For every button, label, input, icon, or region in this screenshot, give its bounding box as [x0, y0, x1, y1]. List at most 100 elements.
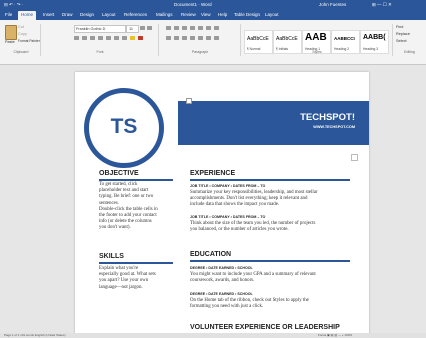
copy-button[interactable]: Copy	[18, 32, 27, 36]
paste-button[interactable]: Paste	[5, 40, 15, 44]
job-description[interactable]: Think about the size of the team you led…	[190, 221, 315, 233]
grow-font-icon[interactable]	[140, 26, 145, 30]
line-spacing-icon[interactable]	[198, 36, 203, 40]
user-name[interactable]: John Fuentes	[319, 2, 346, 7]
style-sample: AaBbCcE	[276, 36, 298, 42]
style-sample: AABBCCI	[334, 36, 355, 41]
align-center-icon[interactable]	[174, 36, 179, 40]
ribbon-tabs: File Home Insert Draw Design Layout Refe…	[0, 10, 426, 20]
paste-icon[interactable]	[5, 25, 17, 40]
justify-icon[interactable]	[190, 36, 195, 40]
superscript-icon[interactable]	[114, 36, 119, 40]
cut-button[interactable]: Cut	[18, 25, 24, 29]
job-description[interactable]: Summarize your key responsibilities, lea…	[190, 190, 318, 209]
text-line: formatting you need with just a click.	[190, 304, 264, 310]
initials-text[interactable]: TS	[89, 115, 159, 139]
numbering-icon[interactable]	[174, 26, 179, 30]
objective-rule	[99, 179, 173, 181]
select-button[interactable]: Select	[396, 39, 407, 43]
degree-description[interactable]: On the Home tab of the ribbon, check out…	[190, 298, 309, 310]
decrease-indent-icon[interactable]	[190, 26, 195, 30]
tab-layout[interactable]: Layout	[102, 12, 116, 17]
table-resize-handle-icon[interactable]	[351, 154, 358, 161]
tab-insert[interactable]: Insert	[43, 12, 54, 17]
text-effects-icon[interactable]	[122, 36, 127, 40]
tab-file[interactable]: File	[5, 12, 12, 17]
text-line: include data that shows the impact you m…	[190, 202, 280, 208]
tab-design[interactable]: Design	[80, 12, 94, 17]
replace-button[interactable]: Replace	[396, 32, 410, 36]
align-right-icon[interactable]	[182, 36, 187, 40]
objective-heading[interactable]: OBJECTIVE	[99, 170, 139, 177]
degree-title[interactable]: DEGREE • DATE EARNED • SCHOOL	[190, 292, 253, 296]
clipboard-group-label: Clipboard	[13, 50, 29, 54]
table-move-handle-icon[interactable]	[186, 98, 192, 104]
tab-help[interactable]: Help	[218, 12, 227, 17]
tab-mailings[interactable]: Mailings	[156, 12, 173, 17]
tab-view[interactable]: View	[201, 12, 211, 17]
align-left-icon[interactable]	[166, 36, 171, 40]
objective-text[interactable]: To get started, click placeholder text a…	[99, 182, 158, 232]
tab-review[interactable]: Review	[181, 12, 196, 17]
font-group: Franklin Gothic D 11 Font	[42, 24, 159, 56]
document-title: Document1 · Word	[174, 2, 212, 7]
bullets-icon[interactable]	[166, 26, 171, 30]
sort-icon[interactable]	[206, 26, 211, 30]
highlight-color-icon[interactable]	[130, 36, 135, 40]
header-band: TECHSPOT! WWW.TECHSPOT.COM	[178, 101, 369, 145]
text-line: you don't want).	[99, 225, 131, 231]
shrink-font-icon[interactable]	[147, 26, 152, 30]
find-button[interactable]: Find	[396, 25, 403, 29]
text-line: you balanced, or the number of articles …	[190, 227, 289, 233]
text-line: typing. Be brief: one or two	[99, 194, 154, 200]
status-left[interactable]: Page 1 of 1 101 words English (United St…	[4, 333, 66, 337]
job-title[interactable]: JOB TITLE • COMPANY • DATES FROM – TO	[190, 184, 265, 188]
education-heading[interactable]: EDUCATION	[190, 251, 231, 258]
font-name-box[interactable]: Franklin Gothic D	[74, 25, 126, 33]
document-page[interactable]: TECHSPOT! WWW.TECHSPOT.COM TS OBJECTIVE …	[75, 72, 369, 334]
skills-heading[interactable]: SKILLS	[99, 253, 124, 260]
show-formatting-icon[interactable]	[214, 26, 219, 30]
job-title[interactable]: JOB TITLE • COMPANY • DATES FROM – TO	[190, 215, 265, 219]
text-line: language—not jargon.	[99, 284, 143, 290]
font-size-value: 11	[129, 26, 133, 31]
strikethrough-icon[interactable]	[98, 36, 103, 40]
font-color-icon[interactable]	[138, 36, 143, 40]
volunteer-heading[interactable]: VOLUNTEER EXPERIENCE OR LEADERSHIP	[190, 324, 340, 331]
company-url[interactable]: WWW.TECHSPOT.COM	[313, 125, 355, 129]
italic-icon[interactable]	[82, 36, 87, 40]
subscript-icon[interactable]	[106, 36, 111, 40]
status-right[interactable]: Focus ▣ ▤ ▥ — + 100%	[318, 333, 352, 337]
title-bar: ⊟ ↶ · ↷ · Document1 · Word John Fuentes …	[0, 0, 426, 10]
initials-circle: TS	[84, 88, 164, 168]
ribbon: Paste Cut Copy Format Painter Clipboard …	[0, 20, 426, 65]
skills-text[interactable]: Explain what you're especially good at. …	[99, 266, 156, 291]
editing-group: Find Replace Select Editing	[394, 24, 425, 56]
degree-description[interactable]: You might want to include your GPA and a…	[190, 272, 316, 284]
tab-references[interactable]: References	[124, 12, 147, 17]
education-rule	[190, 260, 350, 262]
borders-icon[interactable]	[214, 36, 219, 40]
font-group-label: Font	[96, 50, 104, 54]
format-painter-button[interactable]: Format Painter	[18, 39, 40, 43]
experience-heading[interactable]: EXPERIENCE	[190, 170, 235, 177]
status-bar: Page 1 of 1 101 words English (United St…	[0, 333, 426, 338]
underline-icon[interactable]	[90, 36, 95, 40]
bold-icon[interactable]	[74, 36, 79, 40]
window-controls[interactable]: ⊞ — ☐ ✕	[372, 2, 392, 8]
text-line: you apart? Use your own	[99, 278, 149, 284]
text-line: coursework, awards, and honors.	[190, 278, 255, 284]
paragraph-group-label: Paragraph	[191, 50, 209, 54]
tab-draw[interactable]: Draw	[62, 12, 73, 17]
shading-icon[interactable]	[206, 36, 211, 40]
company-name[interactable]: TECHSPOT!	[300, 112, 355, 123]
multilevel-list-icon[interactable]	[182, 26, 187, 30]
style-sample: AaBbCcE	[247, 36, 269, 42]
tab-table-design[interactable]: Table Design	[234, 12, 260, 17]
increase-indent-icon[interactable]	[198, 26, 203, 30]
tab-table-layout[interactable]: Layout	[265, 12, 279, 17]
font-size-box[interactable]: 11	[126, 25, 139, 33]
quick-access-toolbar[interactable]: ⊟ ↶ · ↷ ·	[4, 2, 23, 8]
degree-title[interactable]: DEGREE • DATE EARNED • SCHOOL	[190, 266, 253, 270]
tab-home[interactable]: Home	[18, 11, 37, 20]
